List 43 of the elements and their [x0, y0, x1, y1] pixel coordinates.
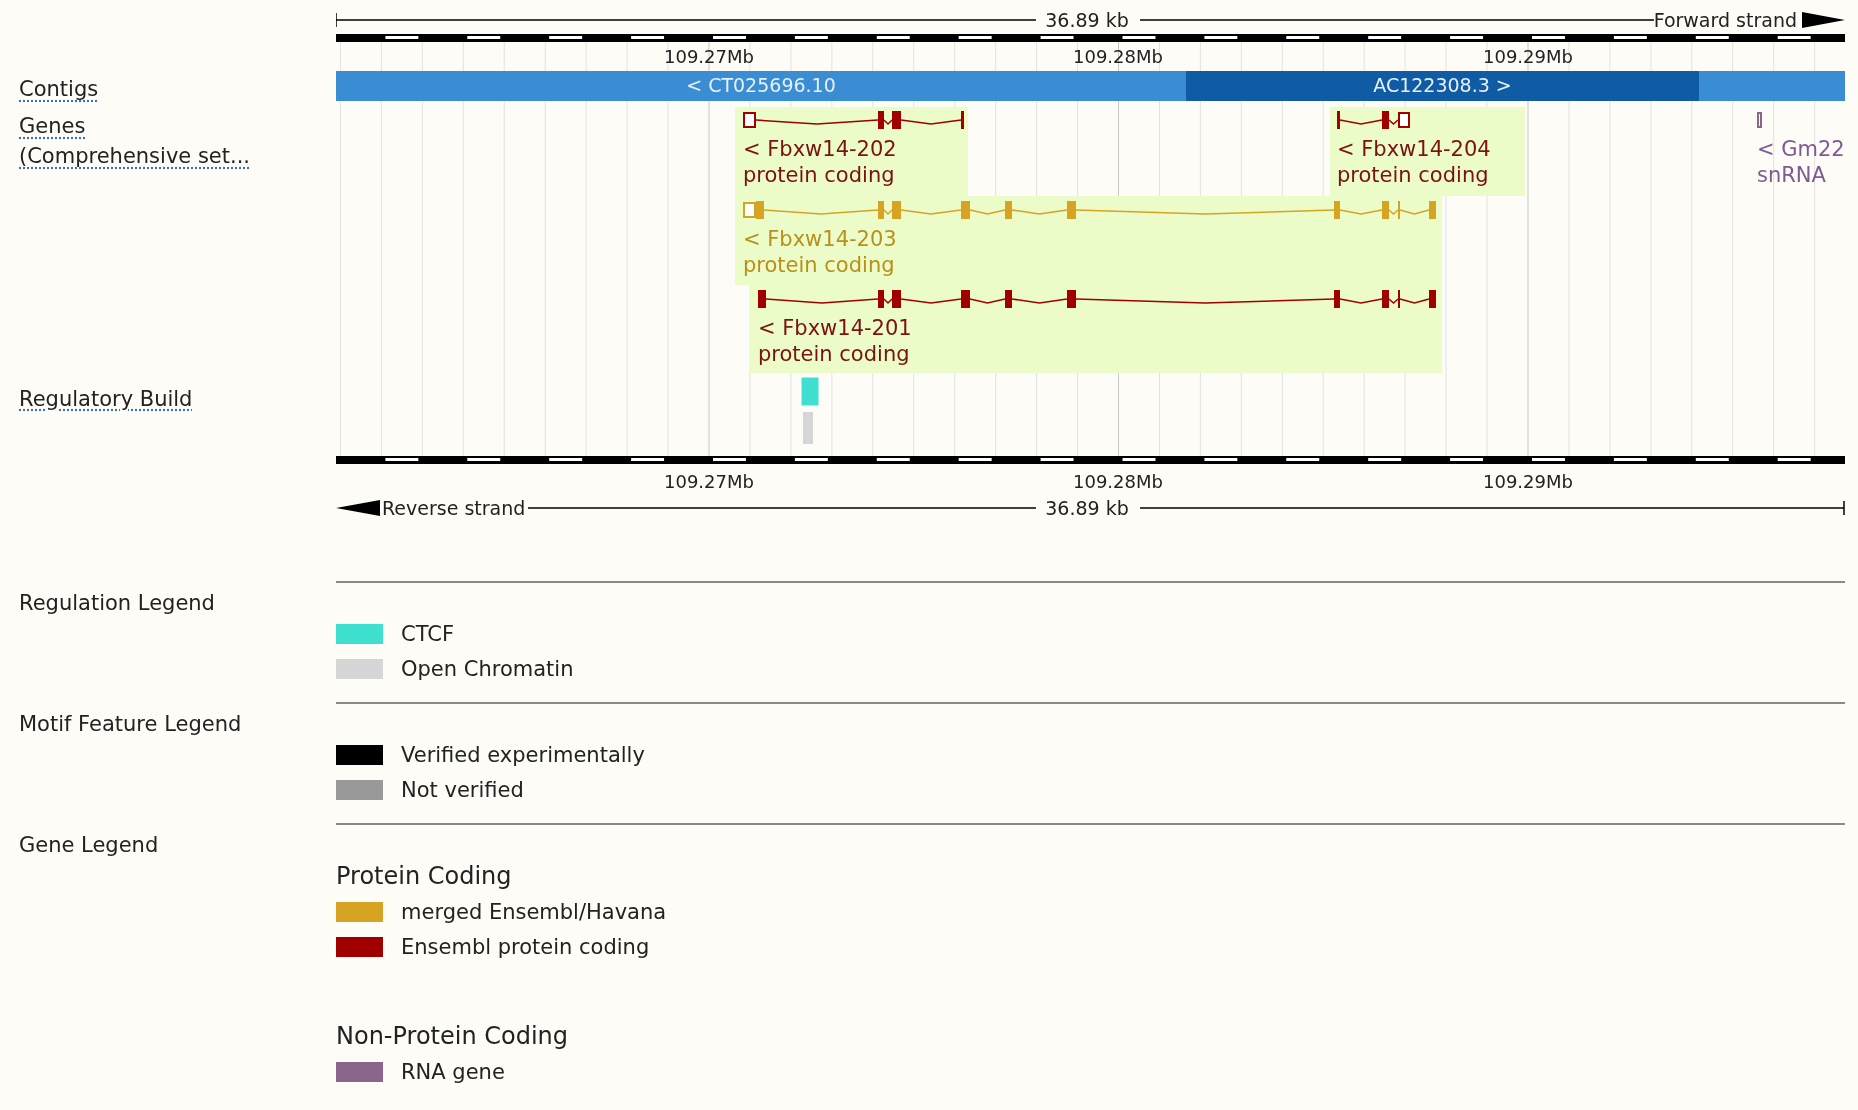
legend-label: CTCF — [401, 621, 454, 646]
gene-label[interactable]: < Fbxw14-201 — [758, 316, 912, 340]
track-link[interactable]: Regulatory Build — [19, 383, 193, 414]
strand-label: Forward strand — [1653, 9, 1797, 31]
biotype-label: protein coding — [743, 253, 895, 277]
track-link[interactable]: Contigs — [19, 74, 99, 104]
transcript-drawing[interactable] — [758, 290, 1436, 308]
tick-label: 109.29Mb — [1483, 471, 1573, 492]
legend-label: RNA gene — [401, 1059, 505, 1084]
biotype-label: snRNA — [1757, 163, 1826, 187]
transcript-drawing[interactable] — [1757, 112, 1762, 128]
legend-title: Motif Feature Legend — [19, 712, 242, 736]
contig-bar[interactable] — [1186, 71, 1699, 101]
legend-label: Ensembl protein coding — [401, 934, 650, 959]
gene-label[interactable]: < Fbxw14-202 — [743, 137, 897, 161]
strand-label: Reverse strand — [382, 497, 526, 519]
legend-subtitle: Non-Protein Coding — [336, 1021, 570, 1052]
legend-title: Regulation Legend — [19, 591, 215, 615]
contig-label: AC122308.3 > — [1373, 74, 1512, 96]
biotype-label: protein coding — [758, 342, 910, 366]
legend-label: merged Ensembl/Havana — [401, 899, 667, 924]
legend-label: Verified experimentally — [401, 742, 645, 767]
scale-length: 36.89 kb — [1045, 497, 1129, 519]
legend-title: Gene Legend — [19, 833, 159, 857]
scale-length: 36.89 kb — [1045, 9, 1129, 31]
tick-label: 109.28Mb — [1073, 46, 1163, 67]
legend-subtitle: Protein Coding — [336, 861, 513, 892]
tick-label: 109.29Mb — [1483, 46, 1573, 67]
strand-arrow-icon — [1802, 12, 1845, 28]
contig-label: < CT025696.10 — [686, 74, 836, 96]
biotype-label: protein coding — [1337, 163, 1489, 187]
gene-label[interactable]: < Gm22 — [1757, 137, 1845, 161]
legend-label: Open Chromatin — [401, 656, 574, 681]
legend-label: Not verified — [401, 777, 524, 802]
track-link[interactable]: Genes (Comprehensive set... — [19, 111, 251, 171]
tick-label: 109.27Mb — [664, 46, 754, 67]
biotype-label: protein coding — [743, 163, 895, 187]
tick-label: 109.27Mb — [664, 471, 754, 492]
gene-label[interactable]: < Fbxw14-204 — [1337, 137, 1491, 161]
transcript-drawing[interactable] — [743, 111, 964, 129]
tick-label: 109.28Mb — [1073, 471, 1163, 492]
strand-arrow-icon — [336, 500, 380, 516]
transcript-drawing[interactable] — [1337, 111, 1410, 129]
